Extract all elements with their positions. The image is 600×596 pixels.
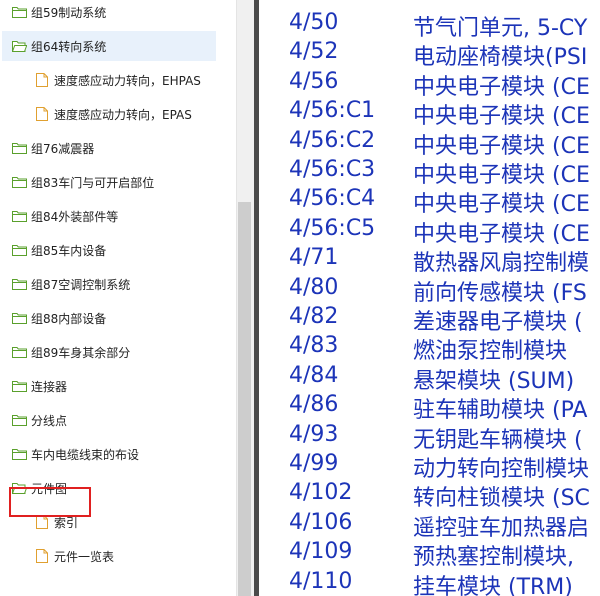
component-description[interactable]: 挂车模块 (TRM) <box>413 569 573 596</box>
component-description[interactable]: 中央电子模块 (CE <box>413 157 590 189</box>
component-code[interactable]: 4/50 <box>289 10 338 35</box>
folder-icon <box>12 346 27 358</box>
tree-item-label: 组64转向系统 <box>31 39 107 54</box>
component-code[interactable]: 4/56:C5 <box>289 216 375 241</box>
component-description[interactable]: 中央电子模块 (CE <box>413 69 590 101</box>
component-code[interactable]: 4/106 <box>289 510 352 535</box>
folder-icon <box>12 176 27 188</box>
component-code[interactable]: 4/102 <box>289 480 352 505</box>
document-icon <box>36 107 48 121</box>
tree-item-label: 元件一览表 <box>54 549 115 564</box>
tree-folder-item[interactable]: 组84外装部件等 <box>0 201 230 231</box>
highlight-annotation <box>9 487 91 517</box>
tree-scrollbar-thumb[interactable] <box>238 202 251 596</box>
component-description[interactable]: 转向柱锁模块 (SC <box>413 480 590 512</box>
folder-icon <box>12 210 27 222</box>
component-description[interactable]: 预热塞控制模块, <box>413 539 574 571</box>
component-code[interactable]: 4/84 <box>289 363 338 388</box>
component-description[interactable]: 悬架模块 (SUM) <box>413 363 574 395</box>
component-code[interactable]: 4/56 <box>289 69 338 94</box>
folder-icon <box>12 312 27 324</box>
folder-icon <box>12 278 27 290</box>
tree-item-label: 组85车内设备 <box>31 243 107 258</box>
component-list: 4/50 节气门单元, 5-CY 4/52 电动座椅模块(PSI 4/56 中央电子模块 … <box>259 0 600 596</box>
component-description[interactable]: 驻车辅助模块 (PA <box>413 392 588 424</box>
tree-item-label: 组83车门与可开启部位 <box>31 175 155 190</box>
folder-icon <box>12 6 27 18</box>
tree-item-label: 组89车身其余部分 <box>31 345 131 360</box>
component-description[interactable]: 节气门单元, 5-CY <box>413 10 587 42</box>
component-description[interactable]: 中央电子模块 (CE <box>413 186 590 218</box>
tree-item-label: 组87空调控制系统 <box>31 277 131 292</box>
component-code[interactable]: 4/82 <box>289 304 338 329</box>
folder-icon <box>12 414 27 426</box>
tree-folder-item[interactable]: 组87空调控制系统 <box>0 269 230 299</box>
component-code[interactable]: 4/80 <box>289 275 338 300</box>
tree-folder-item[interactable]: 分线点 <box>0 405 230 435</box>
component-code[interactable]: 4/86 <box>289 392 338 417</box>
component-code[interactable]: 4/83 <box>289 333 338 358</box>
folder-icon <box>12 244 27 256</box>
tree-folder-item[interactable]: 组64转向系统 <box>2 31 216 61</box>
component-code[interactable]: 4/56:C4 <box>289 186 375 211</box>
component-description[interactable]: 差速器电子模块 ( <box>413 304 583 336</box>
folder-icon <box>12 448 27 460</box>
component-code[interactable]: 4/56:C1 <box>289 98 375 123</box>
component-description[interactable]: 前向传感模块 (FS <box>413 275 587 307</box>
component-code[interactable]: 4/71 <box>289 245 338 270</box>
tree-folder-item[interactable]: 组89车身其余部分 <box>0 337 230 367</box>
component-description[interactable]: 中央电子模块 (CE <box>413 98 590 130</box>
component-description[interactable]: 中央电子模块 (CE <box>413 128 590 160</box>
tree-item-label: 连接器 <box>31 379 68 394</box>
component-code[interactable]: 4/52 <box>289 39 338 64</box>
component-description[interactable]: 动力转向控制模块 <box>413 451 589 483</box>
tree-item-label: 速度感应动力转向，EPAS <box>54 107 192 122</box>
tree-document-item[interactable]: 速度感应动力转向，EHPAS <box>0 65 230 95</box>
tree-folder-item[interactable]: 组85车内设备 <box>0 235 230 265</box>
tree-folder-item[interactable]: 组88内部设备 <box>0 303 230 333</box>
component-description[interactable]: 中央电子模块 (CE <box>413 216 590 248</box>
component-description[interactable]: 电动座椅模块(PSI <box>413 39 587 71</box>
tree-item-label: 组84外装部件等 <box>31 209 119 224</box>
tree-item-label: 组76减震器 <box>31 141 95 156</box>
tree-item-label: 组88内部设备 <box>31 311 107 326</box>
document-icon <box>36 549 48 563</box>
tree-document-item[interactable]: 速度感应动力转向，EPAS <box>0 99 230 129</box>
component-description[interactable]: 无钥匙车辆模块 ( <box>413 422 583 454</box>
tree-folder-item[interactable]: 车内电缆线束的布设 <box>0 439 230 469</box>
component-code[interactable]: 4/93 <box>289 422 338 447</box>
tree-folder-item[interactable]: 组83车门与可开启部位 <box>0 167 230 197</box>
tree-item-label: 车内电缆线束的布设 <box>31 447 140 462</box>
document-icon <box>36 73 48 87</box>
tree-folder-item[interactable]: 组59制动系统 <box>0 0 230 27</box>
folder-open-icon <box>12 40 27 52</box>
component-description[interactable]: 遥控驻车加热器启 <box>413 510 589 542</box>
folder-icon <box>12 380 27 392</box>
tree-folder-item[interactable]: 组76减震器 <box>0 133 230 163</box>
tree-item-label: 组59制动系统 <box>31 5 107 20</box>
tree-item-label: 分线点 <box>31 413 68 428</box>
component-code[interactable]: 4/56:C3 <box>289 157 375 182</box>
component-description[interactable]: 燃油泵控制模块 <box>413 333 567 365</box>
component-code[interactable]: 4/109 <box>289 539 352 564</box>
component-description[interactable]: 散热器风扇控制模 <box>413 245 589 277</box>
component-code[interactable]: 4/56:C2 <box>289 128 375 153</box>
folder-icon <box>12 142 27 154</box>
component-code[interactable]: 4/110 <box>289 569 352 594</box>
tree-document-item[interactable]: 元件一览表 <box>0 541 230 571</box>
component-code[interactable]: 4/99 <box>289 451 338 476</box>
document-icon <box>36 515 48 529</box>
tree-folder-item[interactable]: 连接器 <box>0 371 230 401</box>
tree-item-label: 速度感应动力转向，EHPAS <box>54 73 201 88</box>
